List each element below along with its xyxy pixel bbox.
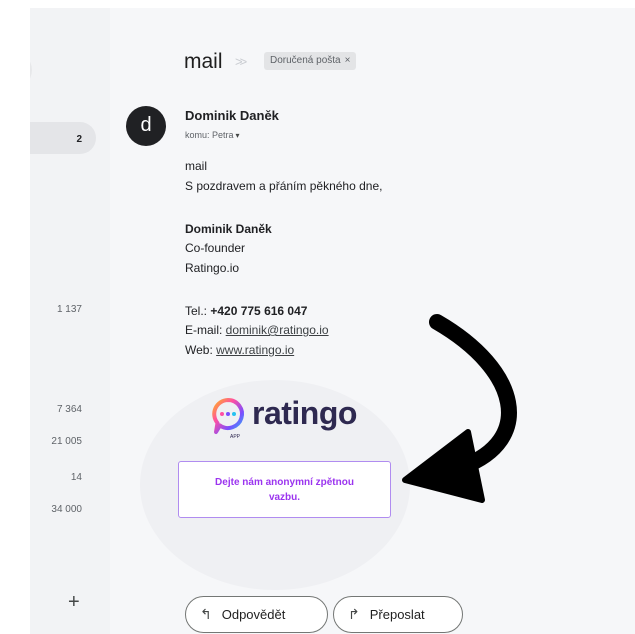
signature-web: Web: www.ratingo.io — [185, 342, 294, 358]
sidebar-count[interactable]: 1 137 — [57, 304, 82, 315]
feedback-button[interactable]: Dejte nám anonymní zpětnou vazbu. — [178, 461, 391, 518]
signature-name: Dominik Daněk — [185, 222, 272, 236]
plus-icon[interactable]: + — [68, 592, 80, 612]
web-label: Web: — [185, 343, 217, 357]
close-icon[interactable]: × — [345, 55, 351, 66]
signature-phone: Tel.: +420 775 616 047 — [185, 303, 307, 319]
reply-button-label: Odpovědět — [221, 607, 286, 622]
sidebar-item-selected[interactable] — [30, 122, 96, 154]
message-body-line: mail — [185, 159, 208, 173]
mail-window: 2 1 137 7 364 21 005 14 34 000 + mail >>… — [30, 8, 635, 634]
phone-number: +420 775 616 047 — [210, 304, 308, 318]
sidebar-count[interactable]: 34 000 — [51, 504, 82, 515]
forward-button-label: Přeposlat — [369, 607, 425, 622]
forward-arrow-icon: ↱ — [348, 606, 360, 622]
sidebar-count-inbox[interactable]: 2 — [76, 134, 82, 145]
sidebar-count[interactable]: 7 364 — [57, 404, 82, 415]
sidebar-compose-edge[interactable] — [30, 52, 32, 88]
sidebar-count[interactable]: 14 — [71, 472, 82, 483]
logo-wordmark: ratingo — [252, 395, 357, 431]
web-link[interactable]: www.ratingo.io — [216, 343, 294, 357]
importance-marker-icon[interactable]: >> — [235, 54, 247, 69]
email-label: E-mail: — [185, 323, 226, 337]
message-body-line: S pozdravem a přáním pěkného dne, — [185, 179, 383, 193]
chevron-down-icon[interactable]: ▾ — [236, 131, 240, 140]
sidebar: 2 1 137 7 364 21 005 14 34 000 + — [30, 8, 110, 634]
ratingo-logo-icon — [212, 398, 244, 434]
signature-email: E-mail: dominik@ratingo.io — [185, 322, 329, 338]
sidebar-count[interactable]: 21 005 — [51, 436, 82, 447]
ratingo-logo: ratingo APP — [206, 394, 376, 444]
reply-arrow-icon: ↰ — [200, 606, 212, 622]
forward-button[interactable]: ↱ Přeposlat — [333, 596, 463, 633]
recipient-details[interactable]: komu: Petra ▾ — [185, 130, 240, 140]
signature-role: Co-founder — [185, 241, 246, 255]
phone-label: Tel.: — [185, 304, 211, 318]
message-view: mail >> Doručená pošta × d Dominik Daněk … — [110, 8, 635, 634]
label-chip-inbox[interactable]: Doručená pošta × — [264, 52, 357, 70]
recipient-text: komu: Petra — [185, 130, 234, 140]
feedback-button-label: Dejte nám anonymní zpětnou vazbu. — [215, 476, 354, 503]
sender-name[interactable]: Dominik Daněk — [185, 108, 279, 123]
signature-company: Ratingo.io — [185, 261, 240, 275]
email-link[interactable]: dominik@ratingo.io — [226, 323, 329, 337]
label-chip-text: Doručená pošta — [270, 55, 341, 66]
message-subject: mail — [184, 50, 223, 73]
logo-sub: APP — [230, 434, 241, 440]
avatar[interactable]: d — [126, 106, 166, 146]
reply-button[interactable]: ↰ Odpovědět — [185, 596, 328, 633]
